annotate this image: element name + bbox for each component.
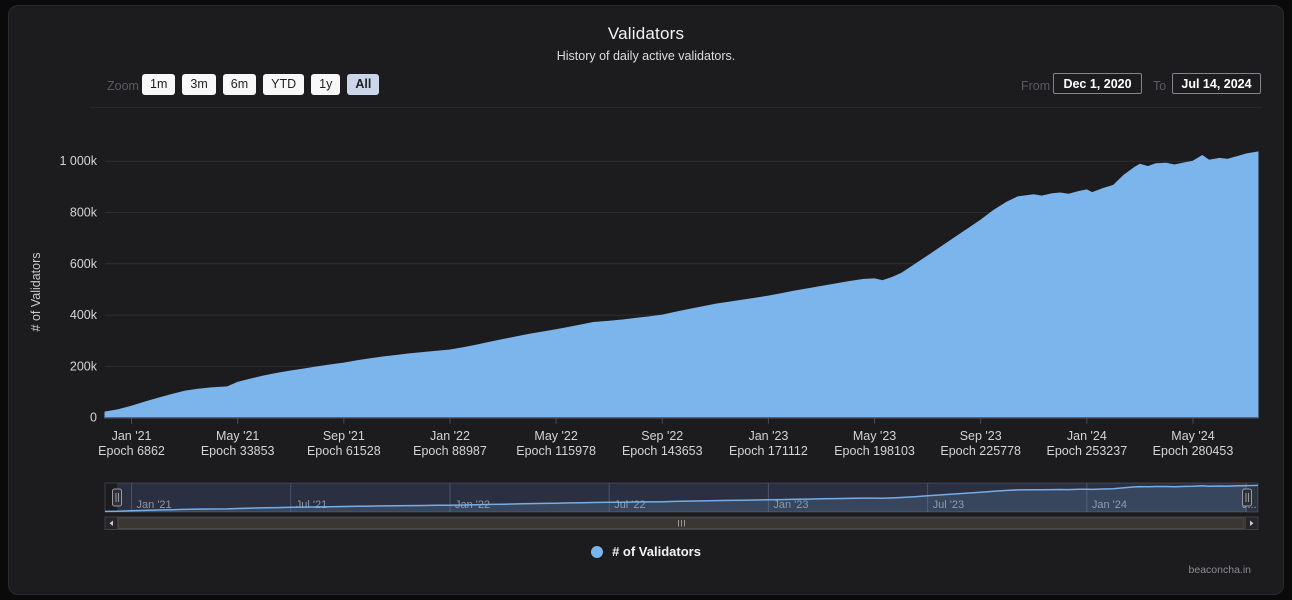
- credit-link[interactable]: beaconcha.in: [1051, 564, 1251, 576]
- svg-text:600k: 600k: [70, 257, 98, 271]
- svg-text:Jan '24Epoch 253237: Jan '24Epoch 253237: [1047, 429, 1128, 458]
- svg-text:Sep '21Epoch 61528: Sep '21Epoch 61528: [307, 429, 381, 458]
- svg-text:May '22Epoch 115978: May '22Epoch 115978: [516, 429, 596, 458]
- navigator-handle-left[interactable]: [113, 489, 122, 506]
- y-axis-title: # of Validators: [29, 253, 43, 332]
- svg-text:May '23Epoch 198103: May '23Epoch 198103: [834, 429, 915, 458]
- svg-text:1 000k: 1 000k: [59, 154, 97, 168]
- navigator-handle-right[interactable]: [1243, 489, 1252, 506]
- chart-canvas: 0 200k 400k 600k 800k 1 000k Jan '21Epoch 686…: [0, 0, 1292, 600]
- validators-chart-page: Validators History of daily active valid…: [0, 0, 1292, 600]
- axes: Jan '21Epoch 6862 May '21Epoch 33853 Sep '…: [98, 418, 1258, 458]
- svg-text:200k: 200k: [70, 359, 98, 373]
- scrollbar-right-arrow[interactable]: [1246, 517, 1259, 530]
- svg-text:Jan '23Epoch 171112: Jan '23Epoch 171112: [729, 429, 808, 458]
- navigator: Jan '21Jul '21Jan '22Jul '22Jan '23Jul '…: [105, 483, 1258, 512]
- legend-label: # of Validators: [612, 544, 701, 559]
- svg-text:800k: 800k: [70, 206, 98, 220]
- svg-text:Jan '22Epoch 88987: Jan '22Epoch 88987: [413, 429, 487, 458]
- svg-text:May '24Epoch 280453: May '24Epoch 280453: [1153, 429, 1234, 458]
- scrollbar-left-arrow[interactable]: [105, 517, 118, 530]
- legend-item-validators[interactable]: # of Validators: [0, 544, 1292, 559]
- svg-text:400k: 400k: [70, 308, 98, 322]
- svg-text:May '21Epoch 33853: May '21Epoch 33853: [201, 429, 275, 458]
- svg-text:0: 0: [90, 411, 97, 425]
- svg-text:Sep '22Epoch 143653: Sep '22Epoch 143653: [622, 429, 703, 458]
- chart-plot-area[interactable]: [105, 135, 1258, 418]
- legend-marker-icon: [591, 546, 603, 558]
- scrollbar: [105, 517, 1258, 530]
- svg-text:Sep '23Epoch 225778: Sep '23Epoch 225778: [940, 429, 1021, 458]
- svg-text:Jan '21Epoch 6862: Jan '21Epoch 6862: [98, 429, 165, 458]
